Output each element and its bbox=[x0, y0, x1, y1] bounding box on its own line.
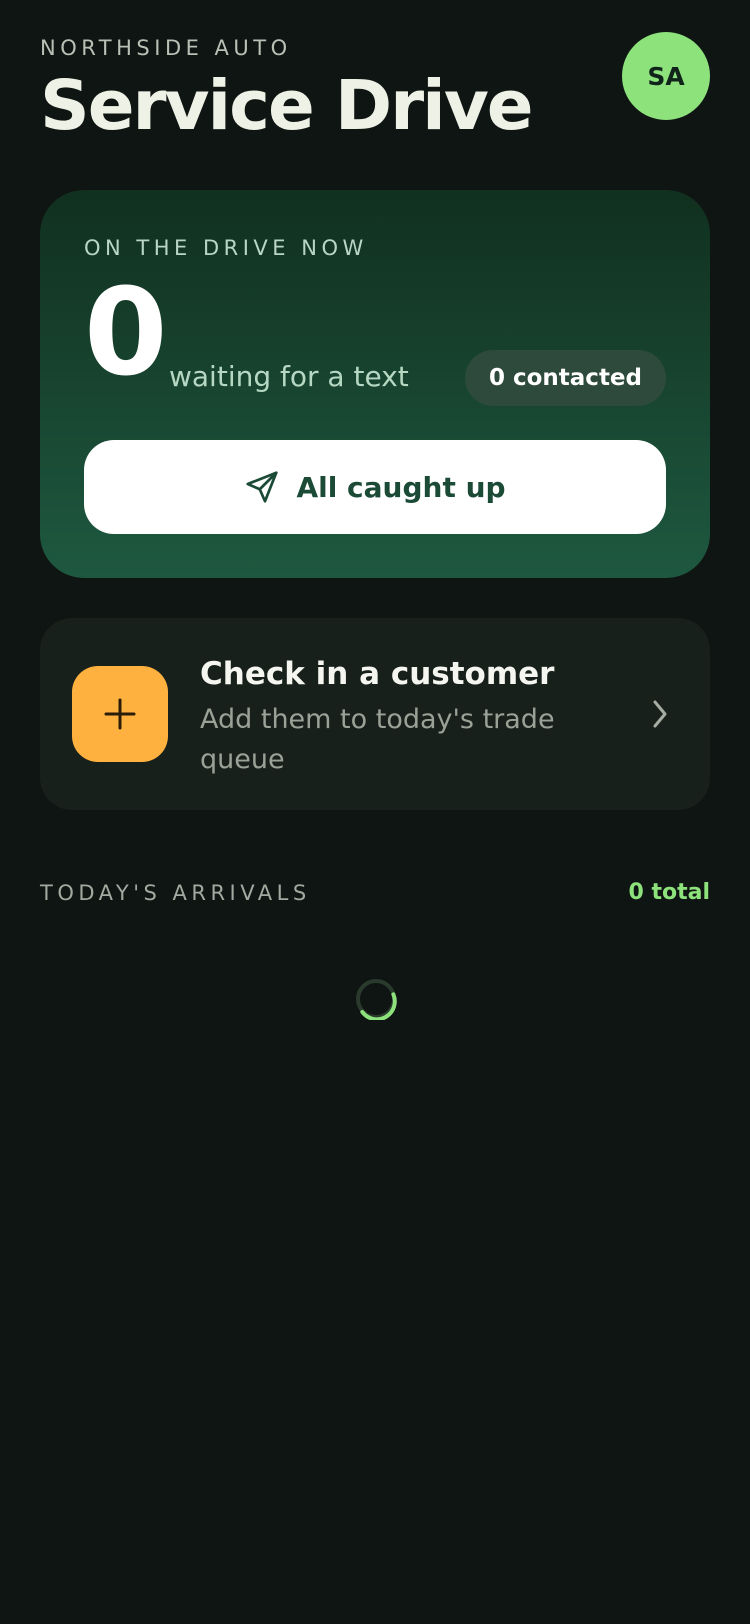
service-drive-screen: NORTHSIDE AUTO Service Drive SA ON THE D… bbox=[0, 0, 750, 1624]
contacted-badge-label: 0 contacted bbox=[488, 365, 642, 391]
loading-spinner bbox=[355, 978, 397, 1022]
avatar-initials: SA bbox=[647, 61, 685, 91]
org-name: NORTHSIDE AUTO bbox=[40, 36, 292, 60]
waiting-count: 0 bbox=[84, 264, 167, 403]
arrivals-label: TODAY'S ARRIVALS bbox=[40, 880, 311, 905]
contacted-badge: 0 contacted bbox=[464, 350, 666, 406]
header: NORTHSIDE AUTO Service Drive SA bbox=[40, 0, 710, 190]
send-icon bbox=[244, 469, 280, 505]
avatar[interactable]: SA bbox=[622, 32, 710, 120]
check-in-customer-card[interactable]: Check in a customer Add them to today's … bbox=[40, 618, 710, 810]
check-in-subtitle: Add them to today's trade queue bbox=[200, 704, 555, 775]
arrivals-total: 0 total bbox=[628, 880, 710, 905]
waiting-text: waiting for a text bbox=[169, 360, 409, 393]
drive-summary-card: ON THE DRIVE NOW 0 waiting for a text 0 … bbox=[40, 190, 710, 578]
drive-label: ON THE DRIVE NOW bbox=[84, 236, 368, 260]
page-title: Service Drive bbox=[40, 66, 534, 146]
chevron-right-icon bbox=[650, 698, 670, 734]
check-in-title: Check in a customer bbox=[200, 656, 555, 692]
arrivals-header: TODAY'S ARRIVALS 0 total bbox=[40, 880, 710, 905]
all-caught-up-label: All caught up bbox=[296, 470, 506, 504]
drive-stats: 0 waiting for a text 0 contacted bbox=[84, 260, 666, 410]
plus-icon bbox=[72, 666, 168, 762]
all-caught-up-button[interactable]: All caught up bbox=[84, 440, 666, 534]
